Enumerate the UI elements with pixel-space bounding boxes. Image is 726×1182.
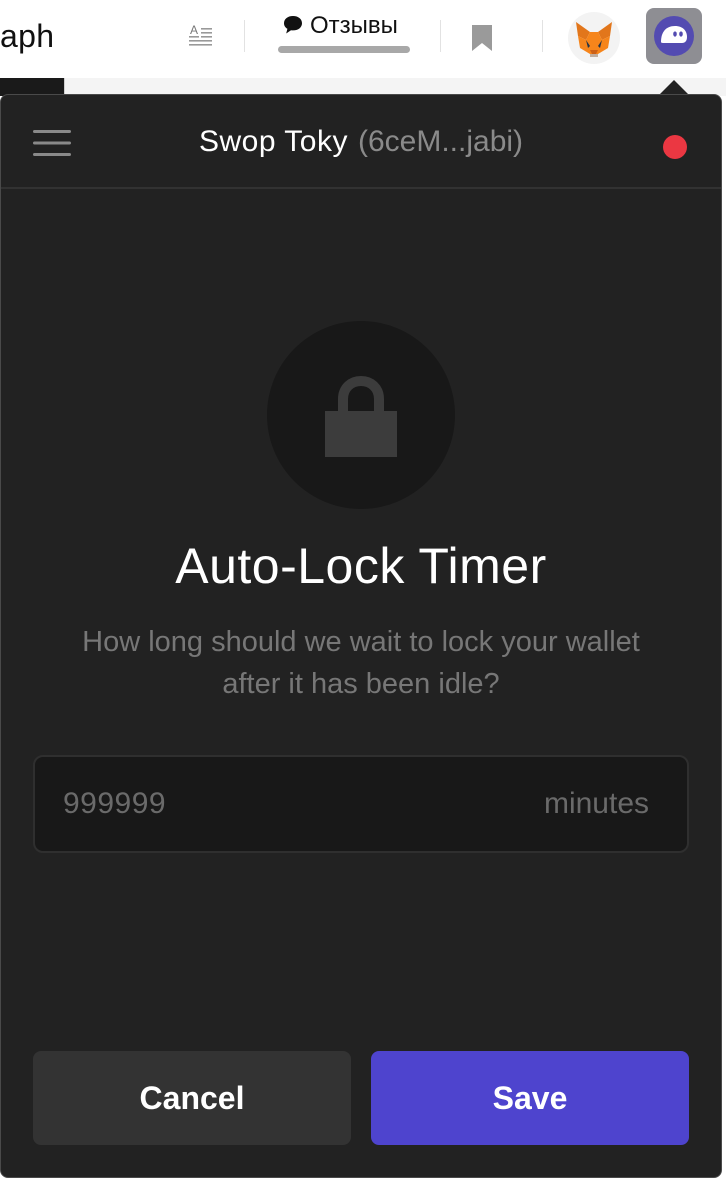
page-title: Auto-Lock Timer (175, 538, 547, 594)
lock-badge (267, 321, 455, 509)
page-description: How long should we wait to lock your wal… (82, 626, 640, 700)
popup-header: Swop Toky (6ceM...jabi) (1, 95, 721, 189)
popup-caret (660, 80, 688, 94)
metamask-fox-icon (576, 22, 612, 57)
toolbar-separator (440, 20, 441, 52)
toolbar-separator (244, 20, 245, 52)
metamask-extension-button[interactable] (568, 12, 620, 64)
auto-lock-timer-field: minutes (33, 755, 689, 853)
wallet-name: Swop Toky (198, 125, 348, 158)
minutes-suffix: minutes (543, 787, 649, 820)
cancel-button[interactable]: Cancel (33, 1051, 351, 1145)
wallet-address: (6ceM...jabi) (357, 125, 524, 158)
auto-lock-minutes-input[interactable] (63, 757, 503, 851)
save-button[interactable]: Save (371, 1051, 689, 1145)
wallet-selector[interactable]: Swop Toky (6ceM...jabi) (1, 125, 721, 159)
feedback-label: Отзывы (310, 12, 398, 39)
bookmark-icon[interactable] (470, 24, 494, 52)
extension-popup: Swop Toky (6ceM...jabi) Auto-Lock Timer H… (0, 94, 722, 1178)
browser-toolbar: aph A Отзывы (0, 0, 726, 78)
phantom-ghost-icon (654, 16, 694, 56)
phantom-extension-button[interactable] (646, 8, 702, 64)
speech-bubble-icon (284, 16, 302, 34)
svg-text:A: A (190, 23, 198, 37)
lock-icon (325, 375, 397, 457)
toolbar-separator (542, 20, 543, 52)
feedback-underline (278, 46, 410, 53)
reader-mode-icon[interactable]: A (186, 22, 214, 50)
connection-status-dot[interactable] (663, 135, 687, 159)
address-bar-text[interactable]: aph (0, 18, 54, 55)
feedback-button[interactable]: Отзывы (278, 10, 410, 54)
